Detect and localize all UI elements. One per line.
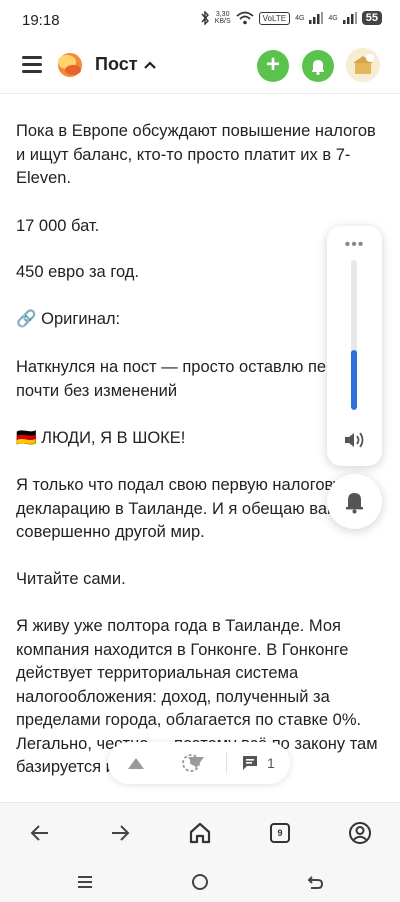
speaker-icon[interactable] bbox=[343, 429, 367, 451]
tabs-button[interactable]: 9 bbox=[270, 823, 294, 847]
home-circle-icon[interactable] bbox=[190, 872, 210, 892]
signal1-label: 4G bbox=[295, 14, 305, 22]
bluetooth-icon bbox=[201, 11, 209, 25]
volume-slider[interactable] bbox=[351, 260, 357, 410]
arrow-down-icon[interactable] bbox=[186, 755, 206, 771]
volume-panel[interactable]: ••• bbox=[327, 226, 382, 466]
forward-icon[interactable] bbox=[108, 821, 132, 845]
avatar-image bbox=[346, 48, 380, 82]
volume-more-icon[interactable]: ••• bbox=[327, 236, 382, 254]
tabs-count: 9 bbox=[270, 823, 290, 843]
signal2-label: 4G bbox=[328, 14, 338, 22]
avatar[interactable] bbox=[346, 48, 380, 82]
bell-icon bbox=[346, 493, 363, 514]
wifi-icon bbox=[236, 11, 254, 25]
status-bar: 19:18 3,30 KB/S VoLTE 4G 4G 55 bbox=[0, 0, 400, 40]
post-paragraph: Читайте сами. bbox=[16, 570, 126, 588]
battery-indicator: 55 bbox=[361, 11, 382, 25]
notifications-button[interactable] bbox=[302, 50, 334, 82]
back-icon[interactable] bbox=[28, 821, 52, 845]
net-speed: 3,30 KB/S bbox=[215, 11, 231, 25]
divider bbox=[226, 752, 227, 774]
net-speed-value: 3,30 bbox=[215, 11, 230, 18]
page-title: Пост bbox=[95, 54, 138, 74]
comment-icon bbox=[243, 756, 257, 770]
add-button[interactable]: + bbox=[257, 50, 289, 82]
volume-level bbox=[351, 350, 357, 410]
recent-apps-icon[interactable] bbox=[75, 872, 95, 892]
bell-icon bbox=[312, 60, 324, 76]
page-title-dropdown[interactable]: Пост bbox=[95, 54, 156, 75]
system-navigation-bar bbox=[0, 860, 400, 902]
signal-icon bbox=[342, 12, 357, 24]
profile-icon[interactable] bbox=[348, 821, 372, 845]
menu-icon[interactable] bbox=[22, 56, 42, 74]
status-icons: 3,30 KB/S VoLTE 4G 4G 55 bbox=[200, 11, 382, 25]
signal-icon bbox=[309, 12, 324, 24]
net-speed-unit: KB/S bbox=[214, 18, 231, 25]
status-time: 19:18 bbox=[22, 12, 60, 29]
app-logo bbox=[58, 53, 82, 77]
home-icon[interactable] bbox=[188, 821, 212, 845]
post-paragraph: Пока в Европе обсуждают повышение налого… bbox=[16, 122, 376, 187]
arrow-up-icon[interactable] bbox=[126, 755, 146, 771]
back-nav-icon[interactable] bbox=[305, 872, 325, 892]
comments-count: 1 bbox=[267, 755, 275, 771]
browser-toolbar: 9 bbox=[0, 802, 400, 860]
comments-button[interactable]: 1 bbox=[241, 753, 281, 773]
volte-badge: VoLTE bbox=[258, 11, 291, 25]
chevron-up-icon bbox=[143, 60, 156, 69]
app-header: Пост + bbox=[0, 40, 400, 94]
ringer-mode-button[interactable] bbox=[327, 474, 382, 529]
post-navigation-pill: 1 bbox=[108, 742, 290, 784]
